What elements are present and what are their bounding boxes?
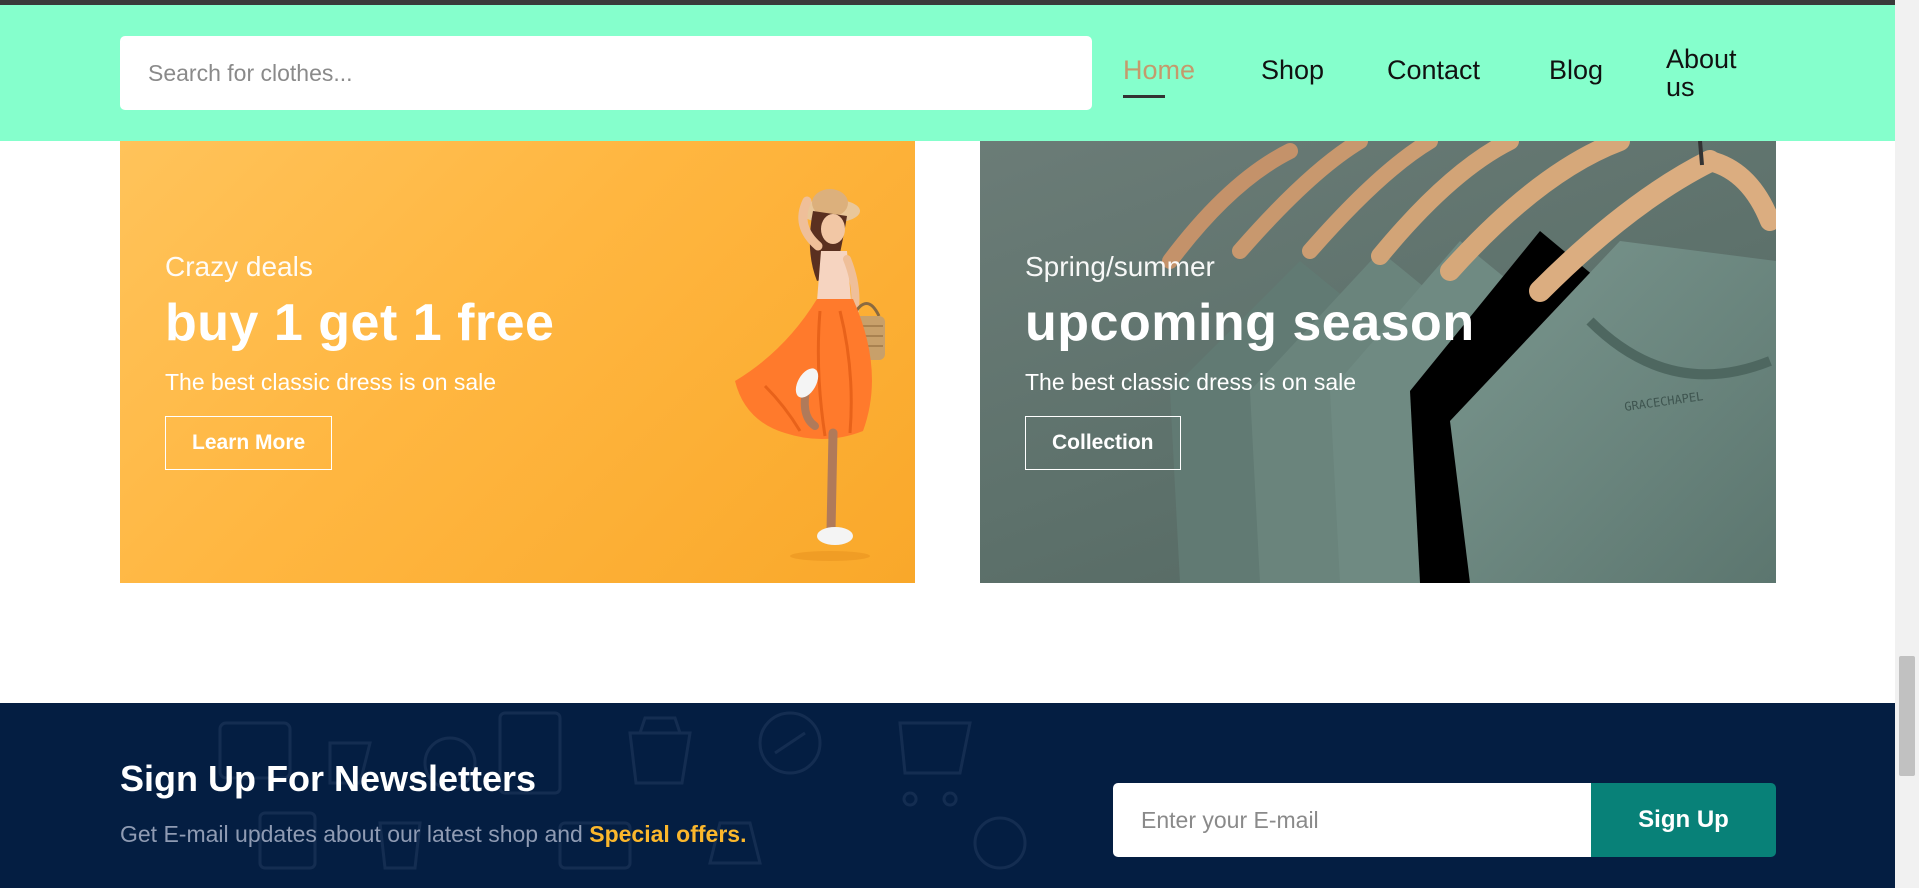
- nav-home[interactable]: Home: [1123, 55, 1195, 98]
- learn-more-button[interactable]: Learn More: [165, 416, 333, 470]
- banner-upcoming-season: GRACECHAPEL Spring/summer upcoming seaso…: [980, 141, 1776, 583]
- nav-contact[interactable]: Contact: [1387, 55, 1480, 86]
- banner-crazy-deals: Crazy deals buy 1 get 1 free The best cl…: [120, 141, 915, 583]
- newsletter-title: Sign Up For Newsletters: [120, 758, 537, 799]
- site-header: Home Shop Contact Blog About us: [0, 5, 1895, 141]
- collection-button[interactable]: Collection: [1025, 416, 1181, 470]
- banner-1-text: Crazy deals buy 1 get 1 free The best cl…: [165, 251, 554, 470]
- email-input[interactable]: [1113, 783, 1591, 857]
- nav-blog[interactable]: Blog: [1549, 55, 1603, 86]
- newsletter-description: Get E-mail updates about our latest shop…: [120, 821, 746, 848]
- search-input[interactable]: [120, 36, 1092, 110]
- banner-1-title: buy 1 get 1 free: [165, 294, 555, 352]
- sign-up-button[interactable]: Sign Up: [1591, 783, 1776, 857]
- banner-1-description: The best classic dress is on sale: [165, 369, 497, 395]
- newsletter-description-text: Get E-mail updates about our latest shop…: [120, 821, 590, 847]
- woman-dress-image: [735, 189, 885, 561]
- page-scrollbar[interactable]: [1895, 0, 1919, 888]
- banner-2-description: The best classic dress is on sale: [1025, 369, 1357, 395]
- banner-1-subtitle: Crazy deals: [165, 251, 313, 282]
- scrollbar-thumb[interactable]: [1899, 656, 1915, 776]
- nav-about-us[interactable]: About us: [1666, 45, 1766, 102]
- special-offers-highlight: Special offers.: [589, 821, 747, 847]
- banner-2-title: upcoming season: [1025, 294, 1475, 352]
- banner-2-subtitle: Spring/summer: [1025, 251, 1215, 282]
- banner-2-text: Spring/summer upcoming season The best c…: [1025, 251, 1475, 470]
- newsletter-section: Sign Up For Newsletters Get E-mail updat…: [0, 703, 1895, 888]
- nav-shop[interactable]: Shop: [1261, 55, 1324, 86]
